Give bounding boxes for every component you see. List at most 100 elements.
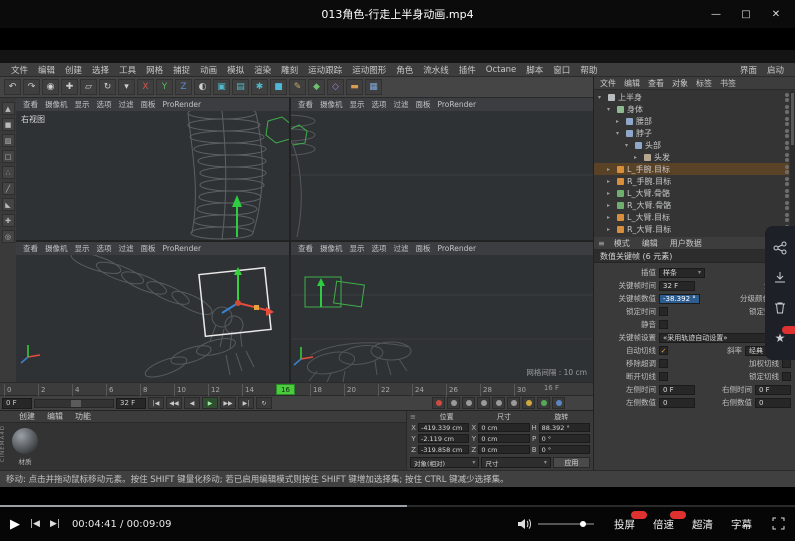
menubar-item[interactable]: Octane xyxy=(481,65,522,75)
object-tree-item[interactable]: ▸L_大臂.目标 xyxy=(594,211,789,223)
visibility-toggle-dots[interactable] xyxy=(785,165,789,174)
player-menu-button[interactable]: 字幕 xyxy=(731,517,752,532)
viewport-menu-item[interactable]: 选项 xyxy=(369,243,390,254)
attribute-checkbox[interactable]: ✓ xyxy=(659,346,668,355)
expand-caret-icon[interactable]: ▸ xyxy=(616,118,623,125)
undo-icon[interactable]: ↶ xyxy=(4,79,21,95)
viewport-menu-item[interactable]: 摄像机 xyxy=(42,243,71,254)
preview-start-field[interactable]: 0 F xyxy=(2,398,32,409)
object-manager-menu-item[interactable]: 编辑 xyxy=(620,78,644,89)
viewport-menu-item[interactable]: 面板 xyxy=(138,99,159,110)
expand-caret-icon[interactable]: ▸ xyxy=(607,190,614,197)
object-tree-item[interactable]: ▾脖子 xyxy=(594,127,789,139)
object-manager-menu-item[interactable]: 书签 xyxy=(716,78,740,89)
maximize-button[interactable]: □ xyxy=(731,0,761,28)
menubar-item[interactable]: 脚本 xyxy=(521,64,548,76)
material-menu-item[interactable]: 创建 xyxy=(14,411,40,422)
visibility-toggle-dots[interactable] xyxy=(785,93,789,102)
coordinate-mode-dropdown[interactable]: 对象(相对)▾ xyxy=(410,457,479,468)
attribute-field[interactable]: 32 F xyxy=(659,281,695,291)
visibility-toggle-dots[interactable] xyxy=(785,201,789,210)
preview-end-field[interactable]: 32 F xyxy=(116,398,146,409)
add-scene-icon[interactable]: ▬ xyxy=(346,79,363,95)
attribute-checkbox[interactable] xyxy=(782,372,791,381)
visibility-toggle-dots[interactable] xyxy=(785,105,789,114)
z-axis-lock-icon[interactable]: Z xyxy=(175,79,192,95)
menubar-item[interactable]: 模拟 xyxy=(222,64,249,76)
add-spline-icon[interactable]: ✎ xyxy=(289,79,306,95)
texture-mode-icon[interactable]: ▨ xyxy=(2,134,15,147)
viewport-menu-item[interactable]: 选项 xyxy=(94,99,115,110)
object-tree-item[interactable]: ▸R_手腕.目标 xyxy=(594,175,789,187)
size-field[interactable]: 0 cm xyxy=(478,434,529,443)
expand-caret-icon[interactable]: ▾ xyxy=(598,94,605,101)
viewport-menu-item[interactable]: 摄像机 xyxy=(317,243,346,254)
attribute-field[interactable]: 0 xyxy=(659,398,695,408)
viewport-menu-item[interactable]: 显示 xyxy=(72,99,93,110)
download-icon[interactable] xyxy=(772,270,788,286)
viewport-menu-item[interactable]: ProRender xyxy=(435,244,480,253)
visibility-toggle-dots[interactable] xyxy=(785,141,789,150)
object-manager-menu-item[interactable]: 标签 xyxy=(692,78,716,89)
prev-key-button[interactable]: ◀◀ xyxy=(166,397,182,409)
polygons-mode-icon[interactable]: ◣ xyxy=(2,198,15,211)
expand-caret-icon[interactable]: ▾ xyxy=(607,106,614,113)
menubar-item[interactable]: 动画 xyxy=(195,64,222,76)
move-tool-icon[interactable]: ✚ xyxy=(61,79,78,95)
attribute-checkbox[interactable] xyxy=(782,359,791,368)
axis-mode-icon[interactable]: ✚ xyxy=(2,214,15,227)
attribute-field[interactable]: 0 xyxy=(755,398,791,408)
menubar-item[interactable]: 工具 xyxy=(114,64,141,76)
viewport-menu-item[interactable]: 选项 xyxy=(369,99,390,110)
play-button[interactable]: ▶ xyxy=(202,397,218,409)
visibility-toggle-dots[interactable] xyxy=(785,189,789,198)
object-tree-item[interactable]: ▸L_大臂.骨骼 xyxy=(594,187,789,199)
menubar-item[interactable]: 捕捉 xyxy=(168,64,195,76)
expand-caret-icon[interactable]: ▸ xyxy=(607,202,614,209)
edges-mode-icon[interactable]: ╱ xyxy=(2,182,15,195)
menubar-item[interactable]: 运动图形 xyxy=(347,64,391,76)
solo-toggle[interactable] xyxy=(537,397,550,409)
object-tree-item[interactable]: ▸R_大臂.骨骼 xyxy=(594,199,789,211)
viewport-bottom-right[interactable]: 查看摄像机显示选项过滤面板ProRender 网格间隔 : 10 cm xyxy=(291,242,593,382)
workplane-mode-icon[interactable]: □ xyxy=(2,150,15,163)
object-tree-scrollbar[interactable] xyxy=(790,91,795,236)
object-tree-item[interactable]: ▸腰部 xyxy=(594,115,789,127)
viewport-menu-item[interactable]: 查看 xyxy=(20,99,41,110)
y-axis-lock-icon[interactable]: Y xyxy=(156,79,173,95)
viewport-menu-item[interactable]: 过滤 xyxy=(116,243,137,254)
points-mode-icon[interactable]: ∴ xyxy=(2,166,15,179)
add-deformer-icon[interactable]: ◇ xyxy=(327,79,344,95)
menubar-item[interactable]: 启动 xyxy=(762,64,789,76)
material-menu-item[interactable]: 功能 xyxy=(70,411,96,422)
menubar-item[interactable]: 雕刻 xyxy=(276,64,303,76)
object-tree-item[interactable]: ▾头部 xyxy=(594,139,789,151)
rotation-field[interactable]: 0 ° xyxy=(539,434,590,443)
menubar-item[interactable]: 窗口 xyxy=(548,64,575,76)
model-mode-icon[interactable]: ■ xyxy=(2,118,15,131)
render-settings-icon[interactable]: ✱ xyxy=(251,79,268,95)
attribute-tab[interactable]: 用户数据 xyxy=(665,238,707,249)
volume-icon[interactable] xyxy=(517,515,531,534)
autokey-toggle[interactable] xyxy=(522,397,535,409)
viewport-menu-item[interactable]: 摄像机 xyxy=(317,99,346,110)
panel-menu-icon[interactable]: ≡ xyxy=(598,239,605,248)
rotation-field[interactable]: 0 ° xyxy=(539,445,590,454)
minimize-button[interactable]: — xyxy=(701,0,731,28)
visibility-toggle-dots[interactable] xyxy=(785,153,789,162)
prev-frame-button[interactable]: ◀ xyxy=(184,397,200,409)
player-menu-button[interactable]: 倍速 xyxy=(653,517,674,532)
menubar-item[interactable]: 帮助 xyxy=(575,64,602,76)
expand-caret-icon[interactable]: ▸ xyxy=(607,226,614,233)
fullscreen-icon[interactable] xyxy=(772,515,785,534)
viewport-menu-item[interactable]: 摄像机 xyxy=(42,99,71,110)
attribute-tab[interactable]: 模式 xyxy=(609,238,635,249)
viewport-menu-item[interactable]: 显示 xyxy=(347,99,368,110)
render-view-icon[interactable]: ▣ xyxy=(213,79,230,95)
visibility-toggle-dots[interactable] xyxy=(785,177,789,186)
menubar-item[interactable]: 界面 xyxy=(735,64,762,76)
material-menu-item[interactable]: 编辑 xyxy=(42,411,68,422)
position-field[interactable]: -319.858 cm xyxy=(418,445,469,454)
add-cube-icon[interactable]: ■ xyxy=(270,79,287,95)
previous-video-button[interactable]: |◀ xyxy=(30,519,40,529)
